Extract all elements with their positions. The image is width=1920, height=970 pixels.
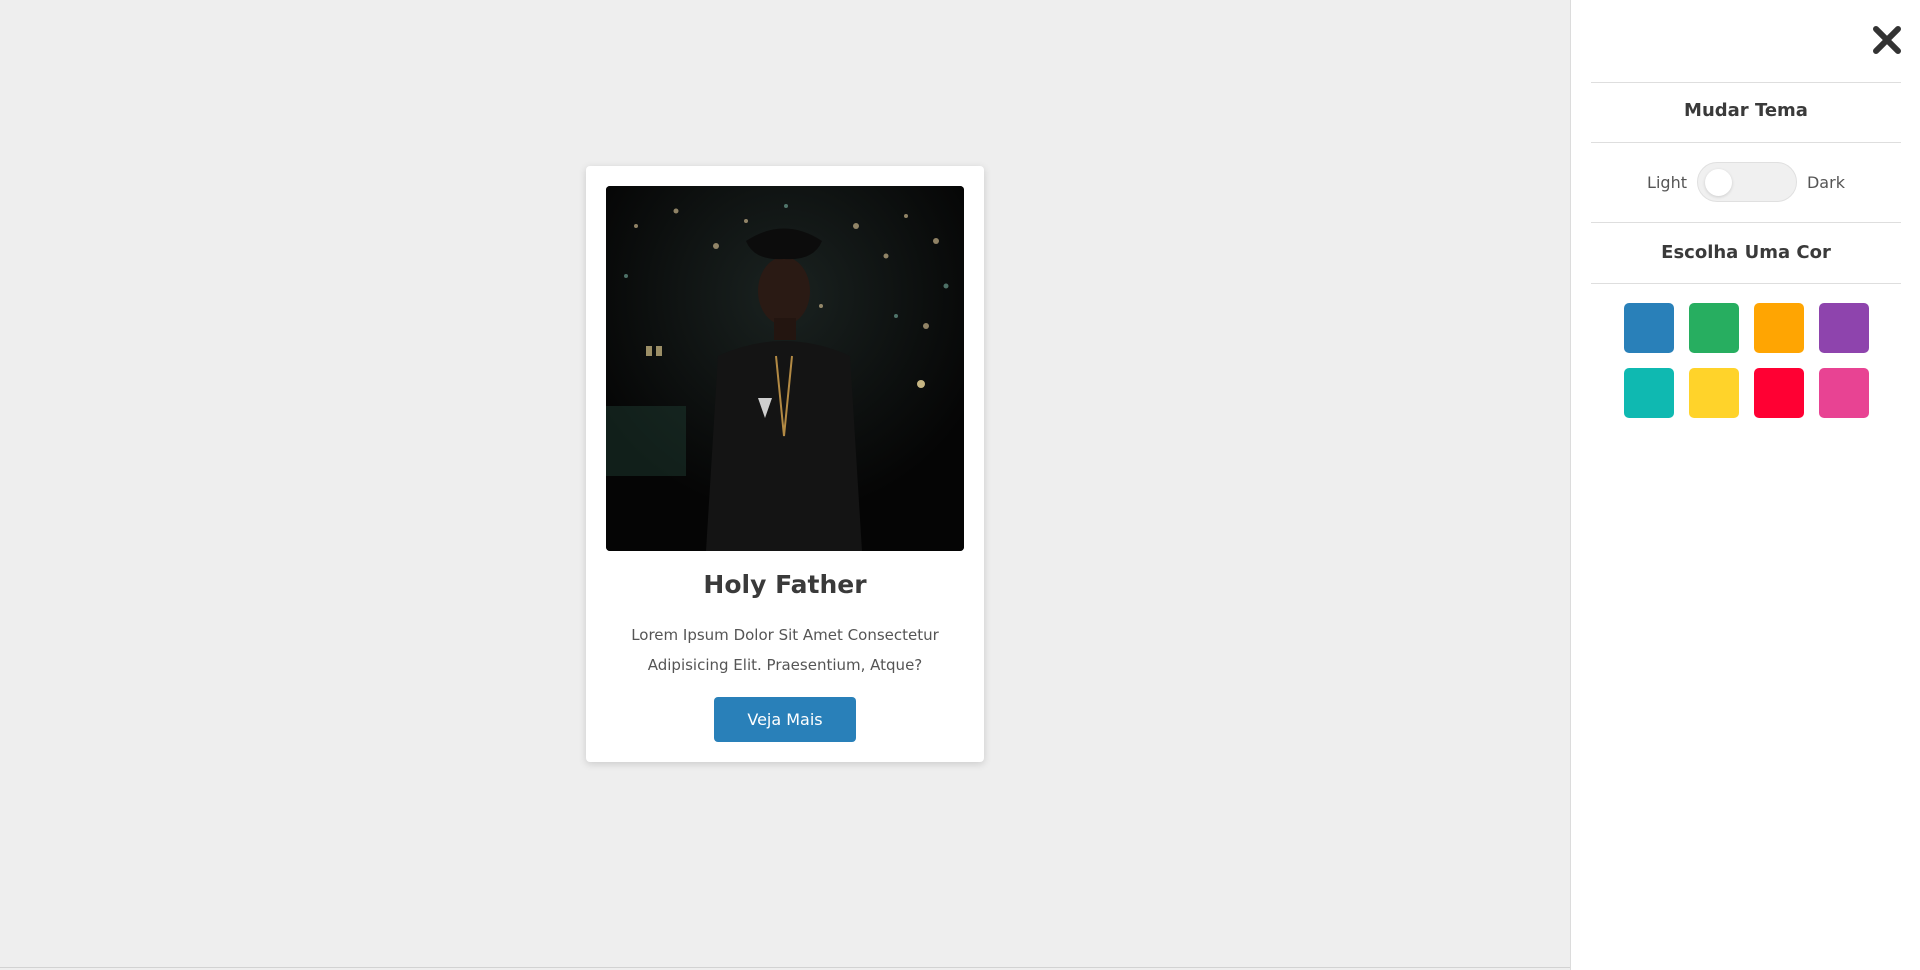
main-area: Holy Father Lorem Ipsum Dolor Sit Amet C… [0, 0, 1570, 968]
profile-photo [606, 186, 964, 551]
divider [1591, 142, 1901, 143]
light-label: Light [1647, 172, 1687, 192]
theme-heading: Mudar Tema [1684, 100, 1808, 121]
card-description: Lorem Ipsum Dolor Sit Amet Consectetur A… [631, 626, 939, 674]
see-more-button[interactable]: Veja Mais [714, 697, 856, 742]
profile-card: Holy Father Lorem Ipsum Dolor Sit Amet C… [586, 166, 984, 762]
toggle-knob [1704, 169, 1732, 196]
color-heading: Escolha Uma Cor [1661, 242, 1831, 263]
color-swatch-4[interactable] [1819, 303, 1869, 353]
divider [1591, 222, 1901, 223]
close-icon[interactable] [1869, 22, 1905, 58]
dark-label: Dark [1806, 172, 1845, 192]
color-swatch-2[interactable] [1689, 303, 1739, 353]
divider [1591, 283, 1901, 284]
color-swatch-1[interactable] [1624, 303, 1674, 353]
theme-toggle[interactable] [1696, 162, 1797, 202]
color-swatch-6[interactable] [1689, 368, 1739, 418]
color-swatch-8[interactable] [1819, 368, 1869, 418]
color-swatch-5[interactable] [1624, 368, 1674, 418]
theme-panel: Mudar Tema Light Dark Escolha Uma Cor [1570, 0, 1920, 970]
card-title: Holy Father [703, 570, 867, 599]
divider [1591, 82, 1901, 83]
color-swatch-3[interactable] [1754, 303, 1804, 353]
color-swatch-7[interactable] [1754, 368, 1804, 418]
theme-switch-row: Light Dark [1571, 162, 1920, 202]
color-swatch-grid [1624, 303, 1869, 418]
